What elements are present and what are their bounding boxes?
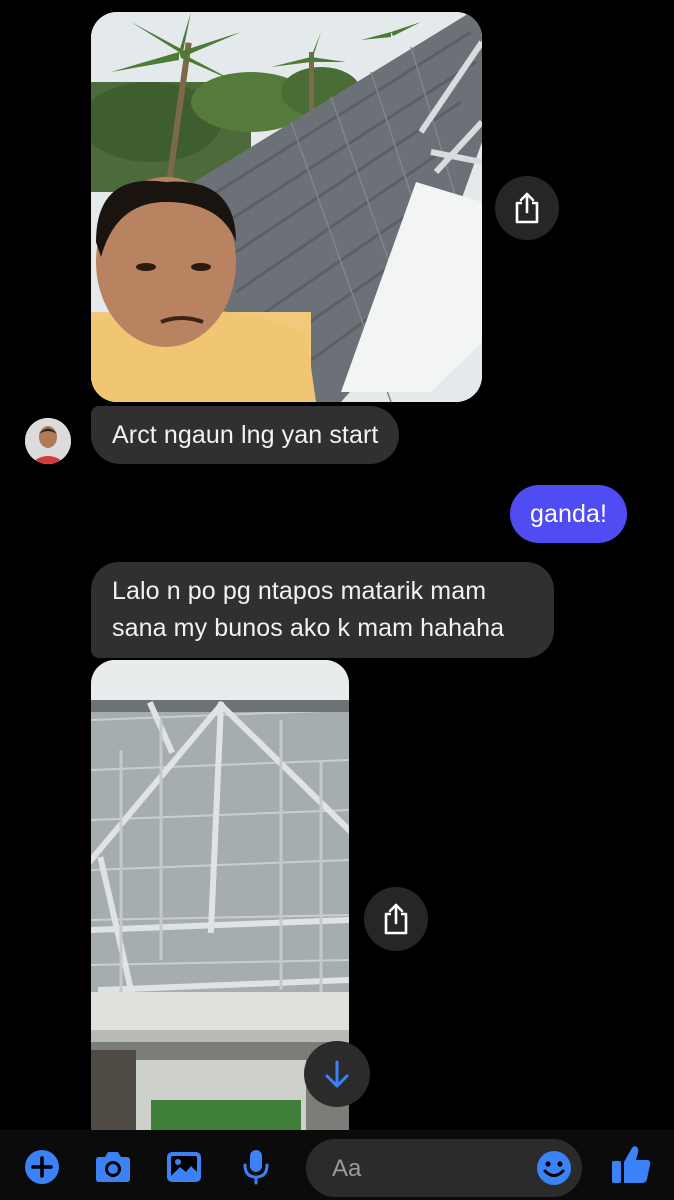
message-bubble-incoming[interactable]: Arct ngaun lng yan start	[91, 406, 400, 464]
message-bubble-outgoing[interactable]: ganda!	[510, 485, 628, 543]
photo-message-selfie[interactable]	[91, 12, 482, 402]
message-input[interactable]	[330, 1139, 534, 1199]
microphone-icon	[243, 1150, 269, 1185]
more-actions-button[interactable]	[22, 1147, 62, 1187]
share-button[interactable]	[495, 176, 559, 240]
share-icon	[384, 903, 408, 935]
selfie-photo	[91, 12, 482, 402]
message-bubble-incoming[interactable]: Lalo n po pg ntapos matarik mam sana my …	[91, 562, 554, 658]
emoji-icon	[537, 1151, 571, 1185]
like-button[interactable]	[608, 1142, 654, 1188]
arrow-down-icon	[325, 1060, 349, 1088]
message-text-line: Lalo n po pg ntapos matarik mam	[112, 577, 487, 605]
gallery-button[interactable]	[164, 1147, 204, 1187]
share-button[interactable]	[364, 887, 428, 951]
message-input-wrapper	[306, 1139, 582, 1199]
emoji-button[interactable]	[536, 1150, 572, 1186]
composer-bar	[0, 1130, 674, 1200]
thumbs-up-icon	[612, 1146, 651, 1183]
message-text-line: sana my bunos ako k mam hahaha	[112, 614, 505, 642]
share-icon	[515, 192, 539, 224]
scroll-to-bottom-button[interactable]	[304, 1041, 370, 1107]
image-icon	[167, 1152, 201, 1182]
sender-avatar[interactable]	[25, 418, 71, 464]
plus-icon	[25, 1150, 59, 1184]
camera-button[interactable]	[93, 1147, 133, 1187]
avatar-image	[25, 418, 71, 464]
voice-message-button[interactable]	[236, 1147, 276, 1187]
message-text: Arct ngaun lng yan start	[112, 420, 379, 449]
message-text: ganda!	[530, 499, 608, 528]
camera-icon	[96, 1152, 130, 1182]
